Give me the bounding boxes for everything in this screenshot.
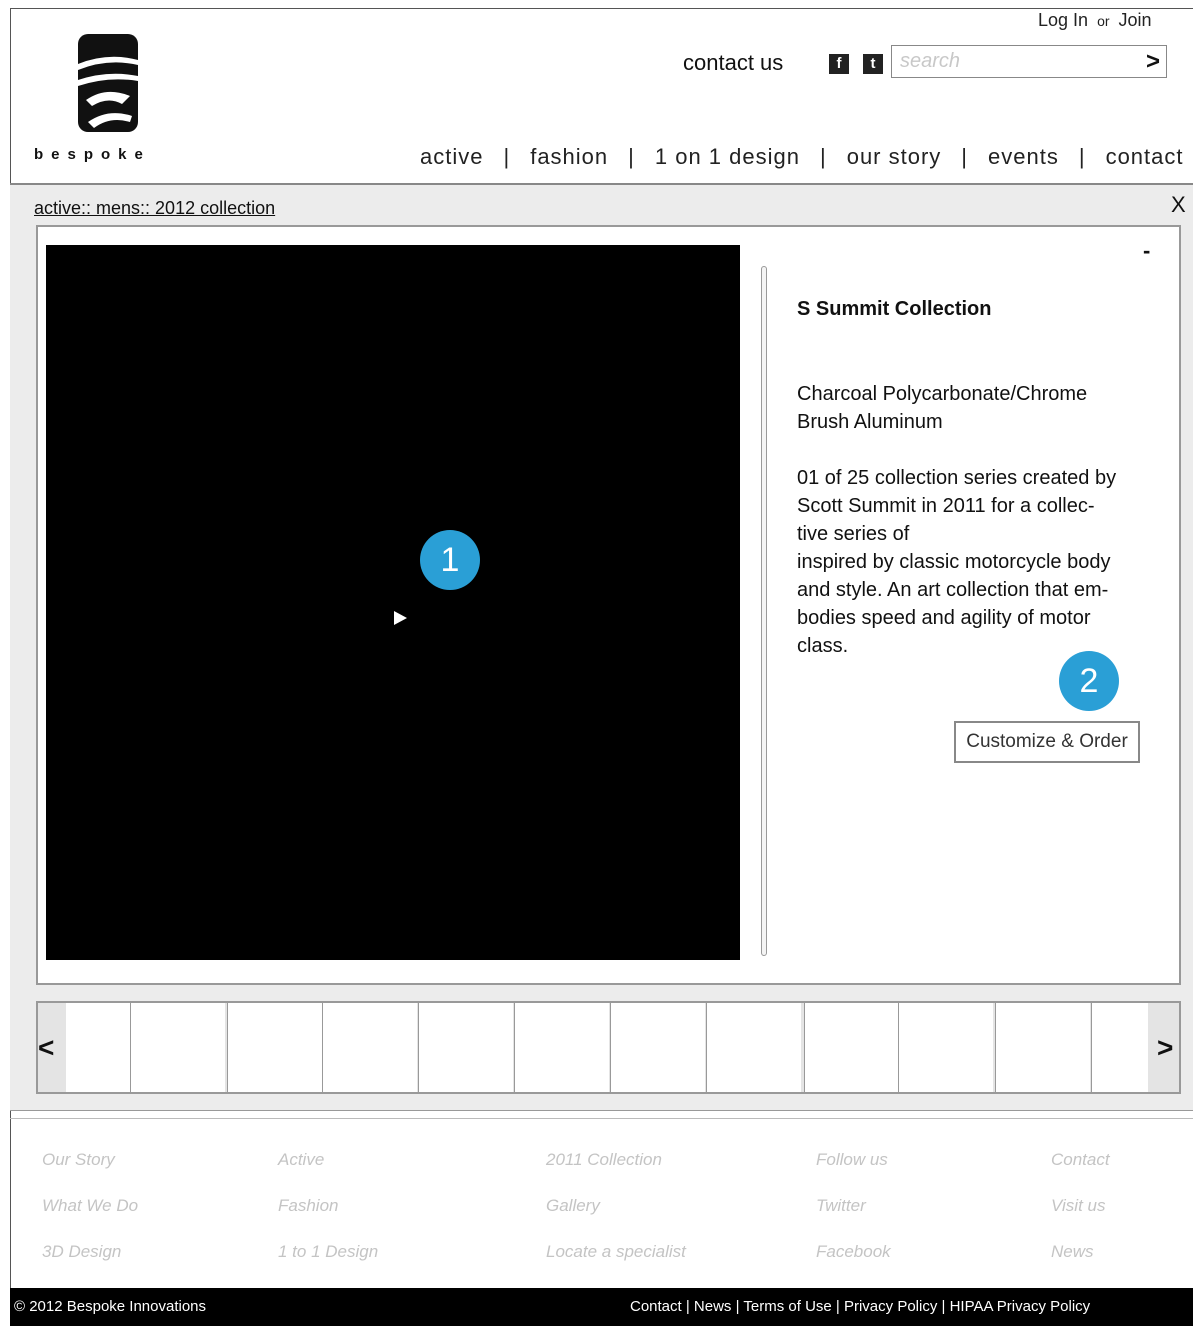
bespoke-logo[interactable] xyxy=(78,34,138,132)
chevron-left-icon[interactable]: < xyxy=(38,1032,54,1064)
close-button[interactable]: X xyxy=(1171,192,1186,218)
footer-link-3d-design[interactable]: 3D Design xyxy=(42,1242,121,1262)
footer-link-fashion[interactable]: Fashion xyxy=(278,1196,338,1216)
thumbnail[interactable] xyxy=(610,1003,705,1092)
footer-link-gallery[interactable]: Gallery xyxy=(546,1196,600,1216)
footer-link-twitter[interactable]: Twitter xyxy=(816,1196,866,1216)
search-box: > xyxy=(891,45,1167,78)
video-player[interactable] xyxy=(46,245,740,960)
nav-item-our-story[interactable]: our story xyxy=(847,144,942,170)
product-material: Charcoal Polycarbonate/Chrome Brush Alum… xyxy=(797,380,1157,436)
login-link[interactable]: Log In xyxy=(1038,10,1088,30)
description-line: inspired by classic motorcycle body xyxy=(797,551,1111,573)
footer-link-news[interactable]: News xyxy=(1051,1242,1094,1262)
thumbnail[interactable] xyxy=(995,1003,1090,1092)
description-line: Scott Summit in 2011 for a collec- xyxy=(797,495,1095,517)
customize-order-button[interactable]: Customize & Order xyxy=(954,721,1140,763)
scrollbar[interactable] xyxy=(761,266,767,956)
footer-link-active[interactable]: Active xyxy=(278,1150,324,1170)
description-line: tive series of xyxy=(797,523,910,545)
description-line: 01 of 25 collection series created by xyxy=(797,467,1117,489)
search-input[interactable] xyxy=(892,46,1142,77)
nav-separator: | xyxy=(628,144,635,169)
footer-divider xyxy=(10,1118,1193,1119)
annotation-marker-2: 2 xyxy=(1059,651,1119,711)
description-line: and style. An art collection that em- xyxy=(797,579,1109,601)
footer-link-2011-collection[interactable]: 2011 Collection xyxy=(546,1150,662,1170)
main-nav: active | fashion | 1 on 1 design | our s… xyxy=(420,144,1184,170)
play-icon[interactable] xyxy=(394,611,407,625)
annotation-marker-1: 1 xyxy=(420,530,480,590)
nav-item-fashion[interactable]: fashion xyxy=(530,144,608,170)
footer-link-locate-specialist[interactable]: Locate a specialist xyxy=(546,1242,686,1262)
thumbnail[interactable] xyxy=(1091,1003,1148,1092)
breadcrumb[interactable]: active:: mens:: 2012 collection xyxy=(34,198,275,219)
footer-divider xyxy=(10,1110,1193,1111)
thumbnail[interactable] xyxy=(706,1003,801,1092)
or-label: or xyxy=(1097,13,1110,29)
nav-item-active[interactable]: active xyxy=(420,144,483,170)
footer-link-visit-us[interactable]: Visit us xyxy=(1051,1196,1106,1216)
copyright: © 2012 Bespoke Innovations xyxy=(14,1298,207,1315)
thumbnail[interactable] xyxy=(514,1003,609,1092)
thumbnail[interactable] xyxy=(66,1003,130,1092)
nav-item-1on1-design[interactable]: 1 on 1 design xyxy=(655,144,800,170)
thumbnail[interactable] xyxy=(227,1003,322,1092)
twitter-icon[interactable]: t xyxy=(863,54,883,74)
search-submit-icon[interactable]: > xyxy=(1146,48,1160,76)
nav-separator: | xyxy=(819,144,827,169)
footer-link-what-we-do[interactable]: What We Do xyxy=(42,1196,138,1216)
chevron-right-icon[interactable]: > xyxy=(1157,1032,1173,1064)
footer-link-1to1-design[interactable]: 1 to 1 Design xyxy=(278,1242,378,1262)
nav-separator: | xyxy=(503,144,511,169)
contact-us-link[interactable]: contact us xyxy=(683,50,783,76)
description-line: bodies speed and agility of motor xyxy=(797,607,1091,629)
footer-link-our-story[interactable]: Our Story xyxy=(42,1150,115,1170)
thumbnail[interactable] xyxy=(418,1003,513,1092)
footer-link-contact[interactable]: Contact xyxy=(1051,1150,1110,1170)
thumbnail[interactable] xyxy=(322,1003,417,1092)
thumbnail[interactable] xyxy=(130,1003,225,1092)
material-line: Charcoal Polycarbonate/Chrome xyxy=(797,383,1088,405)
nav-item-contact[interactable]: contact xyxy=(1106,144,1184,170)
auth-links: Log In or Join xyxy=(1038,10,1152,31)
logo-wordmark: bespoke xyxy=(34,146,151,163)
nav-separator: | xyxy=(1078,144,1086,169)
product-title: S Summit Collection xyxy=(797,298,992,320)
facebook-icon[interactable]: f xyxy=(829,54,849,74)
legal-links[interactable]: Contact | News | Terms of Use | Privacy … xyxy=(630,1298,1090,1315)
product-description: 01 of 25 collection series created by Sc… xyxy=(797,464,1157,660)
material-line: Brush Aluminum xyxy=(797,411,943,433)
nav-item-events[interactable]: events xyxy=(988,144,1059,170)
footer-link-follow-us[interactable]: Follow us xyxy=(816,1150,888,1170)
thumbnail[interactable] xyxy=(804,1003,899,1092)
footer-link-facebook[interactable]: Facebook xyxy=(816,1242,891,1262)
minimize-button[interactable]: - xyxy=(1143,238,1150,264)
join-link[interactable]: Join xyxy=(1119,10,1152,30)
thumbnail[interactable] xyxy=(898,1003,993,1092)
nav-separator: | xyxy=(961,144,969,169)
